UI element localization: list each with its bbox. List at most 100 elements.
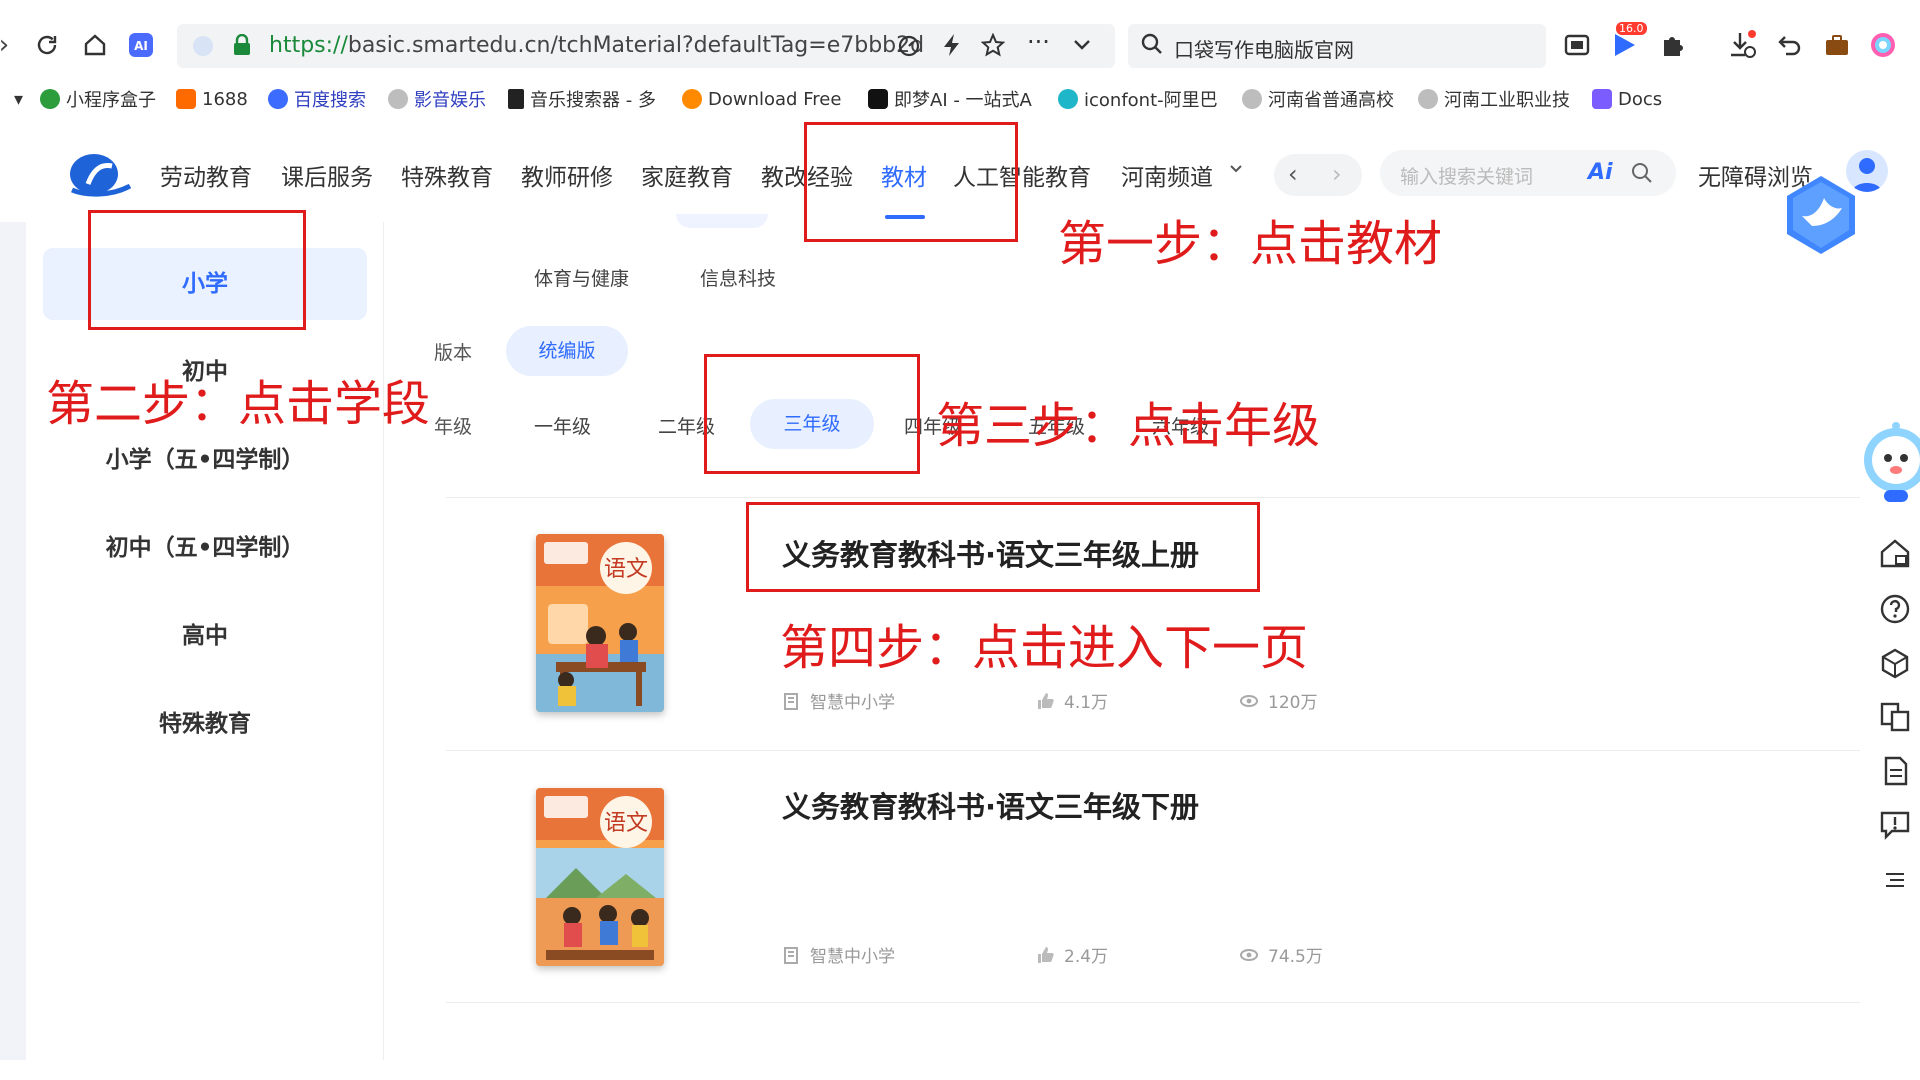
search-icon[interactable]	[1630, 161, 1654, 185]
thumbs-up-icon	[1038, 692, 1054, 709]
bookmark-item[interactable]: 河南省普通高校	[1242, 86, 1394, 112]
url-text[interactable]: https://basic.smartedu.cn/tchMaterial?de…	[269, 33, 969, 58]
briefcase-icon[interactable]	[1822, 30, 1852, 60]
thumbs-up-icon	[1038, 946, 1054, 963]
copy-icon[interactable]	[1878, 700, 1912, 734]
eye-icon	[1240, 948, 1258, 961]
nav-scroll-arrows: ‹ ›	[1274, 154, 1362, 196]
bookmark-favicon-icon	[1242, 89, 1262, 109]
download-icon[interactable]	[1726, 30, 1760, 60]
speed-icon[interactable]	[897, 33, 921, 63]
extension-badge: 16.0	[1616, 22, 1647, 35]
nav-item-family-education[interactable]: 家庭教育	[641, 158, 733, 192]
annotation-step4: 第四步：点击进入下一页	[780, 620, 1309, 676]
menu-icon[interactable]	[1878, 862, 1912, 896]
bookmark-item[interactable]: 音乐搜索器 - 多	[508, 86, 656, 112]
book-cover-image[interactable]: 语文	[536, 788, 664, 966]
help-icon[interactable]	[1878, 592, 1912, 626]
nav-item-after-school[interactable]: 课后服务	[281, 158, 373, 192]
building-icon	[784, 946, 798, 964]
chevron-right-icon[interactable]: ›	[1332, 160, 1342, 188]
annotation-box-step2	[88, 210, 306, 330]
nav-item-teacher-training[interactable]: 教师研修	[521, 158, 613, 192]
forward-icon[interactable]: ›	[0, 30, 14, 60]
lock-icon[interactable]	[233, 34, 251, 56]
annotation-step1: 第一步：点击教材	[1058, 216, 1443, 272]
annotation-step2: 第二步：点击学段	[46, 376, 431, 432]
ai-extension-icon[interactable]: AI	[126, 30, 156, 60]
floating-assistant-icon[interactable]	[1778, 172, 1864, 258]
ai-search-icon[interactable]: Ai	[1588, 160, 1613, 185]
screen: › AI https://basic.smartedu.cn/tchMateri…	[0, 0, 1920, 1080]
sidebar-item-senior-high[interactable]: 高中	[43, 600, 367, 672]
feedback-icon[interactable]	[1878, 808, 1912, 842]
sidebar-item-special-education[interactable]: 特殊教育	[43, 688, 367, 760]
grade-option[interactable]: 一年级	[534, 412, 591, 439]
lightning-icon[interactable]	[941, 33, 963, 63]
nav-item-special-education[interactable]: 特殊教育	[401, 158, 493, 192]
bookmark-item[interactable]: Docs	[1592, 86, 1662, 112]
site-search-input[interactable]: 输入搜索关键词 Ai	[1380, 150, 1676, 196]
site-logo[interactable]	[64, 150, 134, 198]
cube-icon[interactable]	[1878, 646, 1912, 680]
left-edge-strip	[0, 222, 26, 1062]
more-icon[interactable]: ···	[1027, 28, 1050, 56]
cover-title-text: 语文	[604, 557, 648, 582]
bookmark-item[interactable]: 百度搜索	[268, 86, 366, 112]
nav-item-henan-channel[interactable]: 河南频道	[1121, 158, 1213, 192]
annotation-step3: 第三步：点击年级	[936, 398, 1321, 454]
home-icon[interactable]	[1878, 536, 1912, 570]
color-extension-icon[interactable]	[1868, 30, 1898, 60]
subject-option[interactable]: 信息科技	[700, 264, 776, 291]
subject-option[interactable]: 体育与健康	[534, 264, 629, 291]
bookmark-item[interactable]: 1688	[176, 86, 248, 112]
search-icon[interactable]	[1140, 32, 1164, 56]
bookmark-item[interactable]: Download Free	[682, 86, 841, 112]
book-publisher: 智慧中小学	[782, 688, 895, 713]
bookmark-item[interactable]: iconfont-阿里巴	[1058, 86, 1218, 112]
puzzle-icon[interactable]	[1658, 30, 1688, 60]
site-search-placeholder: 输入搜索关键词	[1400, 166, 1534, 188]
book-likes: 4.1万	[1036, 688, 1108, 713]
sidebar-item-primary-54[interactable]: 小学（五•四学制）	[43, 424, 367, 496]
home-icon[interactable]	[80, 30, 110, 60]
bookmark-favicon-icon	[176, 89, 196, 109]
version-option-selected[interactable]: 统编版	[506, 326, 628, 376]
chevron-down-icon[interactable]	[1228, 160, 1244, 181]
reload-icon[interactable]	[32, 30, 62, 60]
book-views: 120万	[1240, 688, 1317, 713]
divider	[446, 497, 1860, 498]
address-bar[interactable]: https://basic.smartedu.cn/tchMaterial?de…	[177, 24, 1115, 68]
svg-text:AI: AI	[134, 39, 148, 53]
bookmark-favicon-icon	[1058, 89, 1078, 109]
nav-item-labor-education[interactable]: 劳动教育	[160, 158, 252, 192]
bookmark-item[interactable]: 即梦AI - 一站式A	[868, 86, 1032, 112]
book-title[interactable]: 义务教育教科书·语文三年级下册	[782, 784, 1199, 826]
annotation-box-step3	[704, 354, 920, 474]
divider	[446, 750, 1860, 751]
bookmark-item[interactable]: 小程序盒子	[40, 86, 156, 112]
page-bottom	[0, 1060, 1920, 1080]
mascot-assistant-icon[interactable]	[1856, 420, 1920, 502]
annotation-box-step4	[746, 502, 1260, 592]
chevron-left-icon[interactable]: ‹	[1288, 160, 1298, 188]
bookmark-favicon-icon	[1592, 89, 1612, 109]
annotation-box-step1	[804, 122, 1018, 242]
browser-search-box[interactable]: 口袋写作电脑版官网	[1128, 24, 1546, 68]
security-indicator-icon[interactable]	[193, 36, 213, 56]
undo-icon[interactable]	[1774, 30, 1804, 60]
building-icon	[784, 692, 798, 710]
bookmark-item[interactable]: 河南工业职业技	[1418, 86, 1570, 112]
book-cover-image[interactable]: 语文	[536, 534, 664, 712]
bookmark-favicon-icon	[268, 89, 288, 109]
screenshot-icon[interactable]	[1562, 30, 1592, 60]
bookmark-item[interactable]: 影音娱乐	[388, 86, 486, 112]
bookmark-favicon-icon	[508, 89, 524, 109]
eye-icon	[1240, 694, 1258, 707]
document-icon[interactable]	[1878, 754, 1912, 788]
bookmarks-menu-chevron-icon[interactable]: ▾	[14, 86, 23, 112]
chevron-down-icon[interactable]	[1071, 33, 1093, 61]
star-icon[interactable]	[980, 32, 1006, 63]
bookmark-favicon-icon	[868, 89, 888, 109]
sidebar-item-junior-54[interactable]: 初中（五•四学制）	[43, 512, 367, 584]
